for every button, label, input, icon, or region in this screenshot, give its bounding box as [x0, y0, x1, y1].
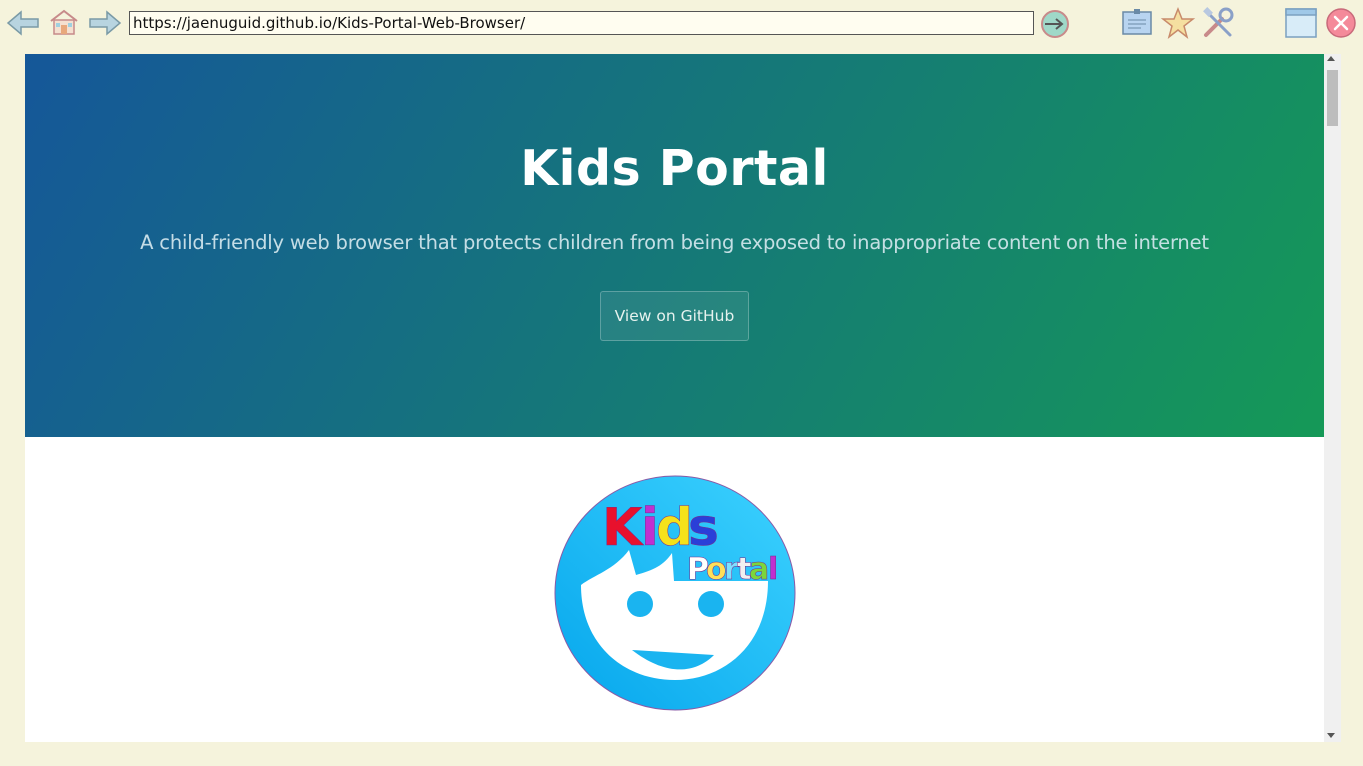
bookmarks-icon[interactable]: [1121, 8, 1153, 38]
close-icon[interactable]: [1325, 7, 1357, 39]
favorite-star-icon[interactable]: [1160, 7, 1196, 39]
logo-letter-s: s: [688, 498, 719, 558]
settings-tools-icon[interactable]: [1202, 7, 1236, 39]
scroll-down-arrow-icon[interactable]: [1327, 733, 1335, 738]
browser-toolbar: https://jaenuguid.github.io/Kids-Portal-…: [0, 0, 1363, 48]
scrollbar-thumb[interactable]: [1327, 70, 1338, 126]
view-on-github-button[interactable]: View on GitHub: [600, 291, 749, 341]
vertical-scrollbar[interactable]: [1324, 54, 1341, 742]
scroll-up-arrow-icon[interactable]: [1327, 56, 1335, 61]
window-icon[interactable]: [1285, 8, 1317, 38]
logo-letter-l: l: [768, 552, 778, 587]
url-input[interactable]: https://jaenuguid.github.io/Kids-Portal-…: [129, 11, 1034, 35]
forward-icon[interactable]: [87, 9, 123, 37]
logo-letter-a: a: [749, 552, 769, 587]
go-icon[interactable]: [1037, 9, 1073, 39]
kids-portal-logo: K i d s P o r t a l: [554, 475, 796, 711]
page-title: Kids Portal: [520, 140, 829, 197]
home-icon[interactable]: [47, 8, 81, 36]
logo-letter-K: K: [602, 498, 644, 558]
page-tagline: A child-friendly web browser that protec…: [140, 231, 1209, 254]
hero-header: Kids Portal A child-friendly web browser…: [25, 54, 1324, 437]
back-icon[interactable]: [5, 9, 41, 37]
page-viewport: Kids Portal A child-friendly web browser…: [25, 54, 1324, 742]
